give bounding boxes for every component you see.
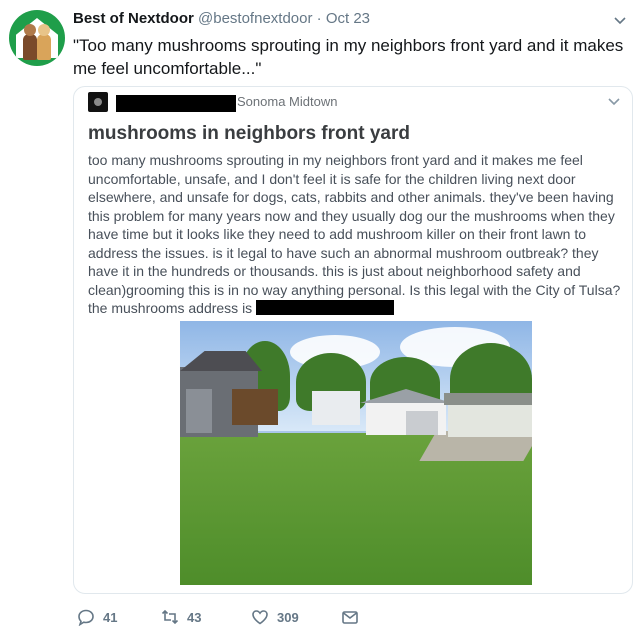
retweet-icon [161,609,179,625]
photo-house-back [312,391,360,425]
yard-photo[interactable] [180,321,532,585]
like-count: 309 [277,609,299,625]
post-body: too many mushrooms sprouting in my neigh… [88,151,628,318]
retweet-count: 43 [187,609,202,625]
redacted-address [256,300,395,315]
redacted-username [116,95,236,112]
avatar-head-right [38,24,50,36]
like-button[interactable]: 309 [251,608,299,626]
post-title: mushrooms in neighbors front yard [88,123,410,144]
tweet-actions: 41 43 309 [73,608,473,632]
avatar-figure-left [23,34,37,60]
separator-dot: · [316,10,322,27]
photo-house-center [360,389,452,435]
avatar-figure-right [37,34,51,60]
poster-avatar-icon [88,92,108,112]
retweet-button[interactable]: 43 [161,608,201,626]
user-handle[interactable]: @bestofnextdoor [198,10,312,27]
display-name[interactable]: Best of Nextdoor [73,10,194,27]
reply-button[interactable]: 41 [77,608,117,626]
reply-icon [78,609,94,626]
avatar-head-left [24,24,36,36]
tweet-text: "Too many mushrooms sprouting in my neig… [73,36,624,78]
neighborhood-label: Sonoma Midtown [237,94,338,109]
envelope-icon [342,611,358,624]
direct-message-button[interactable] [341,608,359,626]
profile-avatar[interactable] [9,10,65,66]
quoted-post-card[interactable]: Sonoma Midtown mushrooms in neighbors fr… [73,86,633,594]
tweet-date[interactable]: Oct 23 [326,10,370,27]
tweet-header: Best of Nextdoor @bestofnextdoor · Oct 2… [73,10,370,27]
chevron-down-icon[interactable] [614,14,626,28]
photo-fence [232,389,278,425]
reply-count: 41 [103,609,118,625]
photo-house-right [444,393,532,437]
post-body-text: too many mushrooms sprouting in my neigh… [88,152,621,316]
heart-icon [252,610,268,625]
chevron-down-icon[interactable] [608,95,620,109]
